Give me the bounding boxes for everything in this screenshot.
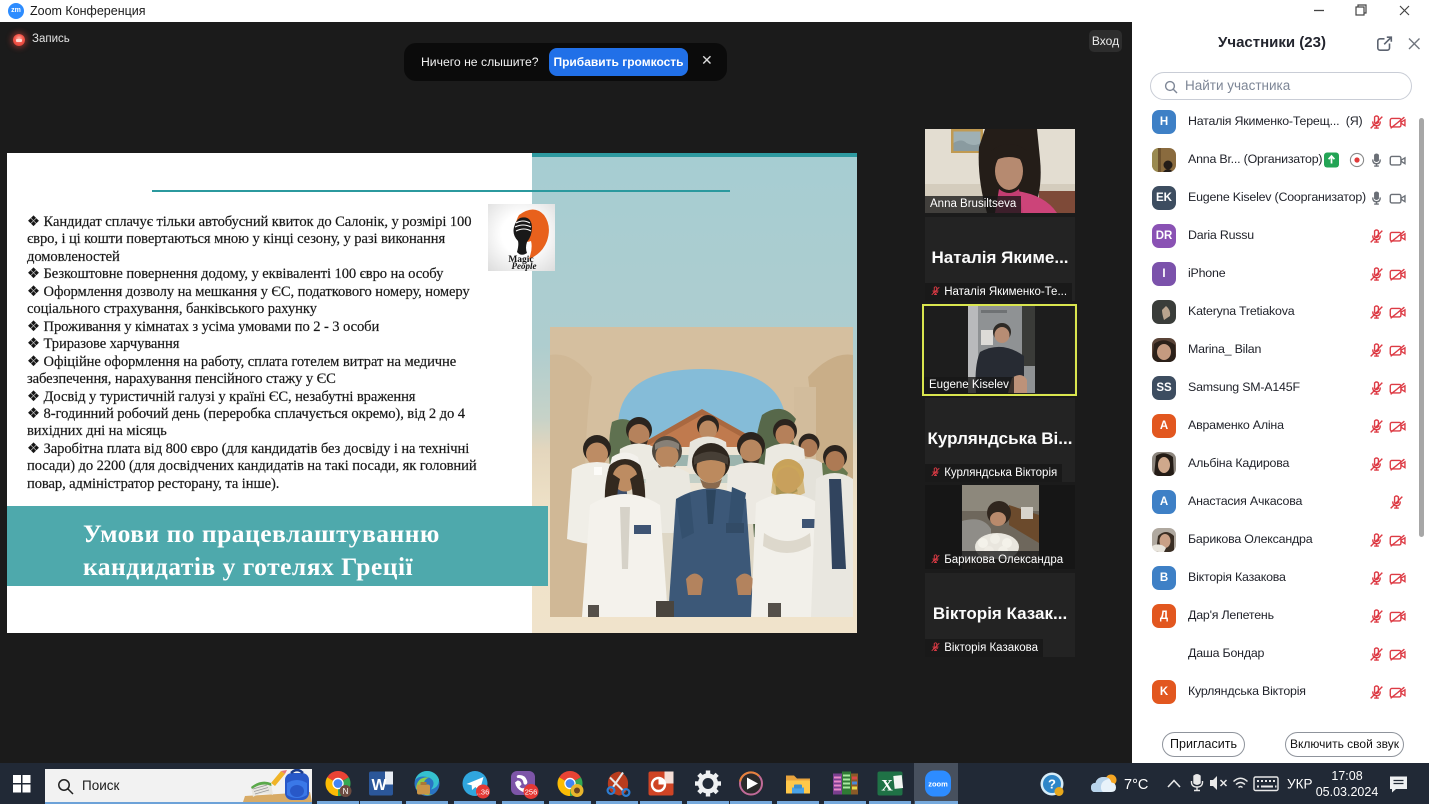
svg-text:17:08: 17:08 <box>1331 769 1362 783</box>
svg-text:N: N <box>343 787 349 796</box>
svg-text:X: X <box>881 778 893 795</box>
svg-text:..36: ..36 <box>477 788 490 797</box>
svg-text:zoom: zoom <box>928 779 948 788</box>
svg-text:W: W <box>371 777 387 794</box>
svg-text:People: People <box>512 261 537 271</box>
svg-text:УКР: УКР <box>1287 777 1312 792</box>
svg-text:7°C: 7°C <box>1124 777 1148 793</box>
svg-text:05.03.2024: 05.03.2024 <box>1316 785 1379 799</box>
svg-text:256: 256 <box>525 787 538 796</box>
svg-text:?: ? <box>1048 777 1056 792</box>
